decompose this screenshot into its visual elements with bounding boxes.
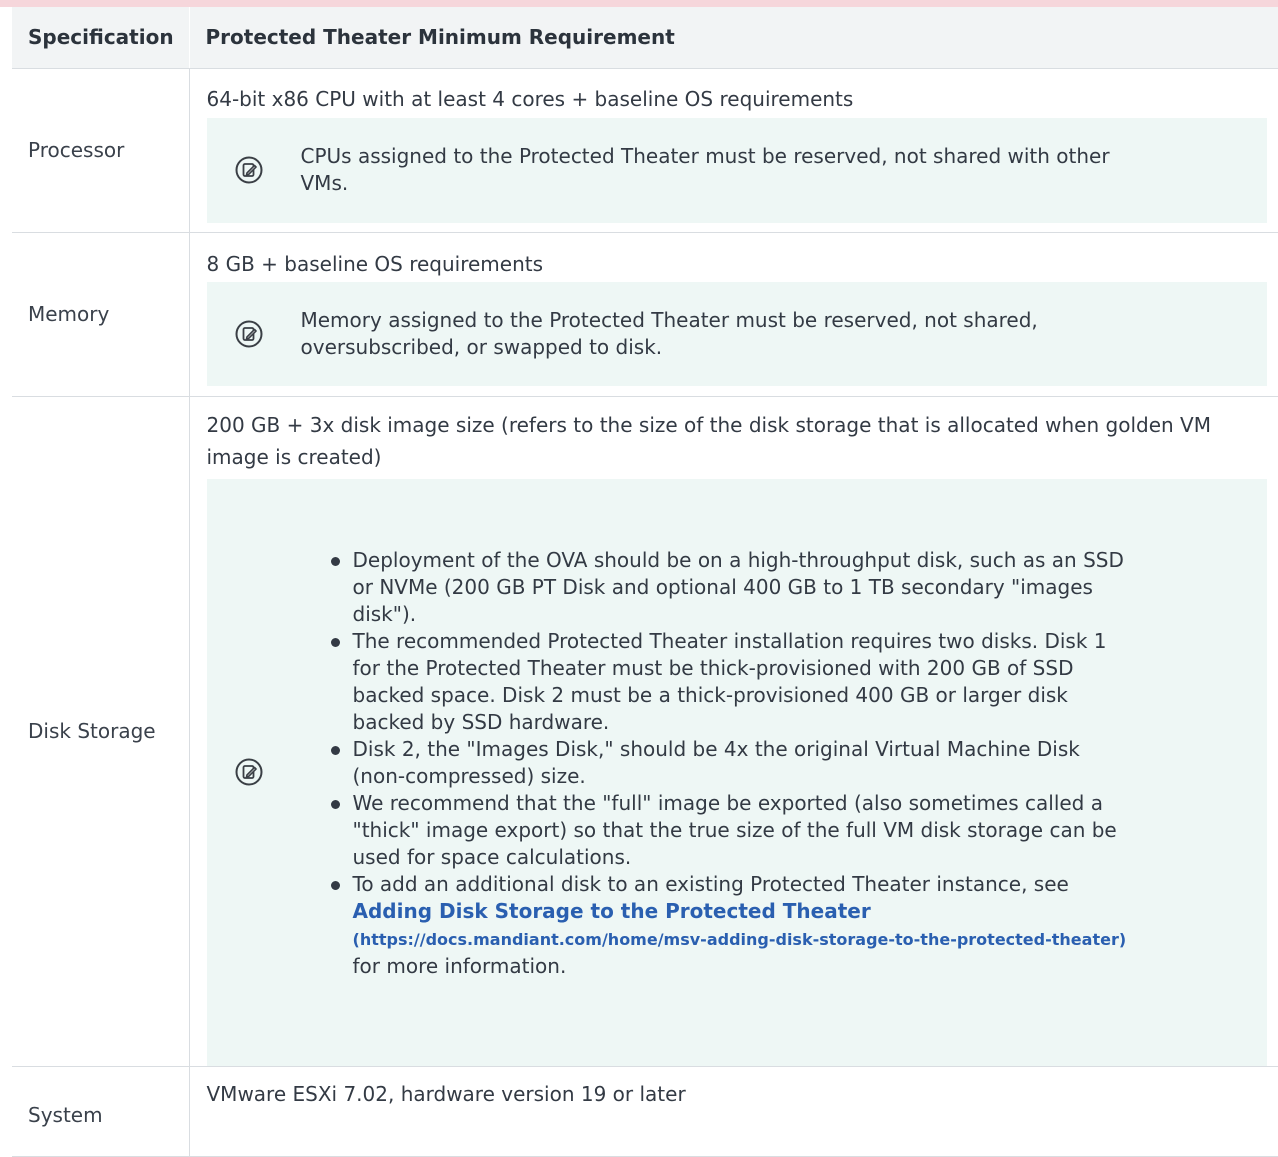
note-box: CPUs assigned to the Protected Theater m… <box>206 117 1267 223</box>
bullet-text: Disk 2, the "Images Disk," should be 4x … <box>352 736 1080 788</box>
requirement-cell-memory: 8 GB + baseline OS requirements Memory a… <box>188 232 1278 397</box>
requirement-cell-system: VMware ESXi 7.02, hardware version 19 or… <box>188 1066 1278 1157</box>
header-specification: Specification <box>12 7 189 69</box>
bullet-dot <box>330 556 340 566</box>
note-edit-icon <box>235 320 263 348</box>
bullet-suffix: for more information. <box>352 953 567 978</box>
bullet-text: To add an additional disk to an existing… <box>352 871 1069 896</box>
bullet-dot <box>330 880 340 890</box>
table-row: Disk Storage 200 GB + 3x disk image size… <box>12 396 1278 1067</box>
requirement-text: 200 GB + 3x disk image size (refers to t… <box>206 412 1211 469</box>
bullet-dot <box>330 799 340 809</box>
spec-cell-disk-storage: Disk Storage <box>12 396 189 1067</box>
header-requirement: Protected Theater Minimum Requirement <box>188 7 1278 69</box>
list-item: Disk 2, the "Images Disk," should be 4x … <box>330 736 1131 790</box>
requirement-cell-processor: 64-bit x86 CPU with at least 4 cores + b… <box>188 68 1278 233</box>
list-item: To add an additional disk to an existing… <box>330 871 1131 980</box>
requirement-cell-disk-storage: 200 GB + 3x disk image size (refers to t… <box>188 396 1278 1067</box>
top-accent-strip <box>0 0 1278 7</box>
note-box: Deployment of the OVA should be on a hig… <box>206 478 1267 1066</box>
note-bullet-list: Deployment of the OVA should be on a hig… <box>330 547 1131 980</box>
bullet-text: Deployment of the OVA should be on a hig… <box>352 547 1124 626</box>
bullet-dot <box>330 745 340 755</box>
spec-cell-memory: Memory <box>12 232 189 397</box>
requirement-text: 8 GB + baseline OS requirements <box>206 251 544 276</box>
link-title: Adding Disk Storage to the Protected The… <box>352 898 871 923</box>
list-item: We recommend that the "full" image be ex… <box>330 790 1131 871</box>
note-text: CPUs assigned to the Protected Theater m… <box>300 144 1110 195</box>
note-edit-icon <box>235 758 263 786</box>
adding-disk-storage-link[interactable]: Adding Disk Storage to the Protected The… <box>353 898 1131 953</box>
requirement-text: 64-bit x86 CPU with at least 4 cores + b… <box>206 86 854 111</box>
table-row: Memory 8 GB + baseline OS requirements M… <box>12 232 1278 397</box>
requirements-table: Specification Protected Theater Minimum … <box>12 7 1278 1157</box>
bullet-text: The recommended Protected Theater instal… <box>352 628 1107 734</box>
bullet-dot <box>330 637 340 647</box>
requirement-text: VMware ESXi 7.02, hardware version 19 or… <box>206 1081 686 1106</box>
table-row: Processor 64-bit x86 CPU with at least 4… <box>12 68 1278 233</box>
note-text: Memory assigned to the Protected Theater… <box>300 307 1038 359</box>
spec-cell-processor: Processor <box>12 68 189 233</box>
list-item: Deployment of the OVA should be on a hig… <box>330 547 1131 628</box>
table-row: System VMware ESXi 7.02, hardware versio… <box>12 1066 1278 1157</box>
table-header-row: Specification Protected Theater Minimum … <box>12 7 1278 69</box>
link-url: (https://docs.mandiant.com/home/msv-addi… <box>352 929 1127 949</box>
note-edit-icon <box>235 156 263 184</box>
spec-cell-system: System <box>12 1066 189 1157</box>
list-item: The recommended Protected Theater instal… <box>330 628 1131 736</box>
bullet-text: We recommend that the "full" image be ex… <box>352 790 1117 869</box>
note-box: Memory assigned to the Protected Theater… <box>206 281 1267 386</box>
